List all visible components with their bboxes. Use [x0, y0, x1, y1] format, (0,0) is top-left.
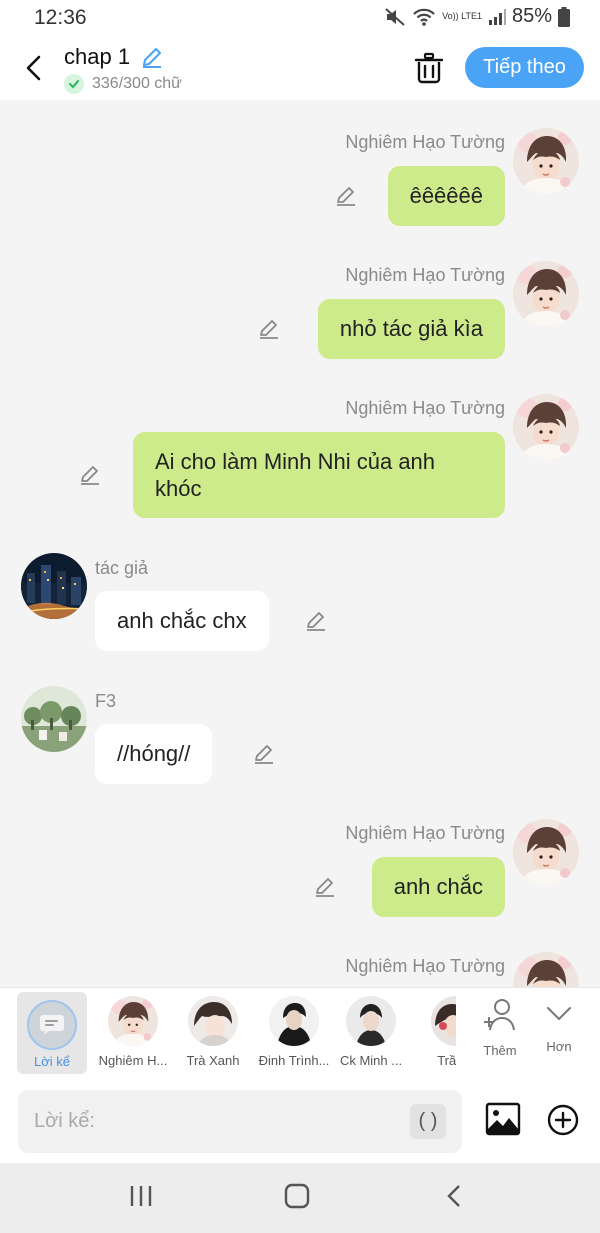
edit-message-button[interactable] [334, 184, 358, 208]
character-option[interactable]: Trần T [418, 996, 456, 1068]
trash-icon [414, 52, 444, 84]
pencil-icon [316, 878, 334, 897]
character-name: Ck Minh ... [339, 1053, 403, 1068]
message-input[interactable] [34, 1090, 404, 1153]
sender-name: Nghiêm Hạo Tường [345, 265, 505, 285]
character-selector: Lời kể Nghiêm H... Trà Xanh Đinh Trình..… [0, 987, 600, 1080]
message-bubble[interactable]: Ai cho làm Minh Nhi của anh khóc [133, 432, 505, 518]
pencil-icon [307, 612, 325, 631]
avatar [188, 996, 238, 1046]
battery-icon [558, 6, 570, 27]
sender-name: Nghiêm Hạo Tường [345, 132, 505, 152]
status-bar: 12:36 Vo)) LTE1 85% [0, 0, 600, 36]
edit-message-button[interactable] [304, 609, 328, 633]
pencil-icon [81, 466, 99, 485]
message-bubble[interactable]: êêêêêê [387, 166, 505, 226]
narrator-option[interactable]: Lời kể [17, 992, 87, 1074]
edit-message-button[interactable] [313, 875, 337, 899]
avatar[interactable] [513, 394, 579, 460]
avatar[interactable] [21, 686, 87, 752]
character-name: Trần T [437, 1053, 456, 1068]
status-icons: Vo)) LTE1 85% [384, 5, 570, 28]
avatar [431, 996, 456, 1046]
character-option[interactable]: Ck Minh ... [333, 996, 409, 1068]
system-nav-bar [0, 1163, 600, 1233]
recents-button[interactable] [128, 1183, 154, 1214]
character-name: Đinh Trình... [258, 1053, 330, 1068]
avatar[interactable] [513, 261, 579, 327]
edit-message-button[interactable] [78, 463, 102, 487]
chevron-left-icon [26, 55, 41, 81]
avatar [269, 996, 319, 1046]
message-bubble[interactable]: nhỏ tác giả kìa [317, 299, 505, 359]
input-bar: ( ) [0, 1080, 600, 1163]
home-button[interactable] [284, 1183, 310, 1214]
avatar[interactable] [513, 128, 579, 194]
character-option[interactable]: Trà Xanh [175, 996, 251, 1068]
sender-name: tác giả [95, 558, 149, 578]
add-character-button[interactable]: Thêm [472, 998, 528, 1058]
status-time: 12:36 [34, 6, 87, 29]
avatar[interactable] [513, 952, 579, 987]
avatar [108, 996, 158, 1046]
mute-icon [384, 7, 406, 27]
character-option[interactable]: Đinh Trình... [256, 996, 332, 1068]
sender-name: Nghiêm Hạo Tường [345, 956, 505, 976]
wifi-icon [412, 7, 436, 27]
add-person-icon [484, 999, 515, 1031]
narrator-label: Lời kể [34, 1054, 70, 1069]
more-label: Hơn [546, 1039, 572, 1054]
home-icon [284, 1183, 310, 1209]
avatar[interactable] [21, 553, 87, 619]
more-button[interactable]: Hơn [531, 998, 587, 1054]
chapter-title: chap 1 [64, 44, 131, 69]
next-button[interactable]: Tiếp theo [465, 47, 584, 88]
word-count: 336/300 chữ [64, 74, 182, 94]
edit-message-button[interactable] [257, 317, 281, 341]
character-name: Trà Xanh [186, 1053, 240, 1068]
pencil-icon [255, 745, 273, 764]
message-bubble[interactable]: //hóng// [95, 724, 213, 784]
pencil-icon [337, 187, 355, 206]
narrator-icon [27, 1000, 77, 1050]
edit-title-button[interactable] [140, 45, 164, 74]
message-bubble[interactable]: anh chắc chx [95, 591, 269, 651]
message-bubble[interactable]: anh chắc [371, 857, 505, 917]
app-bar: chap 1 336/300 chữ Tiếp theo [0, 36, 600, 100]
sender-name: Nghiêm Hạo Tường [345, 398, 505, 418]
system-back-button[interactable] [444, 1183, 464, 1214]
sender-name: F3 [95, 691, 117, 711]
chevron-left-icon [447, 1185, 460, 1207]
parenthesis-button[interactable]: ( ) [410, 1104, 446, 1139]
edit-message-button[interactable] [252, 742, 276, 766]
word-count-text: 336/300 chữ [92, 75, 182, 92]
pencil-icon [143, 48, 161, 68]
chevron-down-icon [547, 1007, 571, 1021]
message-input-wrapper: ( ) [18, 1090, 462, 1153]
avatar[interactable] [513, 819, 579, 885]
back-button[interactable] [18, 50, 48, 86]
add-character-label: Thêm [483, 1043, 517, 1058]
avatar [346, 996, 396, 1046]
insert-image-button[interactable] [485, 1102, 521, 1141]
check-icon [64, 74, 84, 94]
add-button[interactable] [547, 1104, 579, 1141]
plus-circle-icon [547, 1104, 579, 1136]
pencil-icon [260, 320, 278, 339]
recents-icon [130, 1186, 152, 1206]
delete-button[interactable] [414, 52, 444, 89]
sender-name: Nghiêm Hạo Tường [345, 823, 505, 843]
battery-level: 85% [511, 5, 552, 27]
character-name: Nghiêm H... [98, 1053, 168, 1068]
volte-indicator: Vo)) LTE1 [442, 11, 482, 21]
signal-icon [488, 8, 506, 26]
image-icon [485, 1102, 521, 1136]
chat-area[interactable]: Nghiêm Hạo Tường êêêêêê Nghiêm Hạo Tường… [0, 100, 600, 987]
character-option[interactable]: Nghiêm H... [95, 996, 171, 1068]
